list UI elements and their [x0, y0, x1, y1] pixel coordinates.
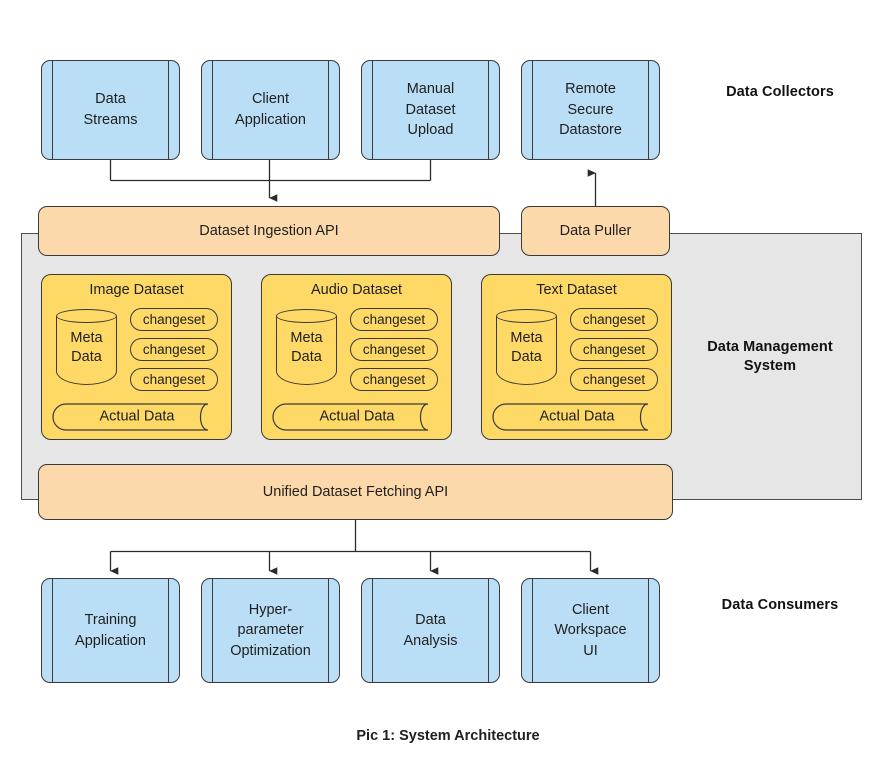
actual-data-shape[interactable]: Actual Data [52, 403, 222, 431]
node-client-application[interactable]: Client Application [201, 60, 340, 160]
node-image-dataset[interactable]: Image Dataset Meta Data changeset change… [41, 274, 232, 440]
metadata-cylinder-icon: Meta Data [496, 309, 557, 385]
metadata-label: Meta Data [70, 329, 103, 365]
changeset-pill[interactable]: changeset [350, 338, 438, 361]
changeset-pill[interactable]: changeset [570, 368, 658, 391]
dataset-title: Audio Dataset [310, 282, 403, 298]
actual-data-shape[interactable]: Actual Data [272, 403, 442, 431]
system-architecture-diagram: Data Streams Client Application Manual D… [0, 0, 896, 769]
node-client-workspace-ui[interactable]: Client Workspace UI [521, 578, 660, 683]
node-data-puller[interactable]: Data Puller [521, 206, 670, 256]
metadata-label: Meta Data [510, 329, 543, 365]
dataset-title: Image Dataset [89, 282, 184, 298]
node-label: Data Analysis [403, 611, 458, 649]
actual-data-label: Actual Data [539, 408, 615, 425]
cylinder-top [496, 309, 557, 323]
node-label: Hyper- parameter Optimization [230, 601, 311, 659]
metadata-cylinder-icon: Meta Data [56, 309, 117, 385]
node-label: Client Workspace UI [554, 601, 627, 659]
node-label: Data Puller [559, 222, 632, 239]
node-label: Dataset Ingestion API [199, 222, 339, 239]
node-label: Remote Secure Datastore [559, 81, 622, 139]
changeset-pill[interactable]: changeset [570, 308, 658, 331]
actual-data-label: Actual Data [99, 408, 175, 425]
metadata-label: Meta Data [290, 329, 323, 365]
figure-caption: Pic 1: System Architecture [356, 728, 540, 744]
group-label-data-consumers: Data Consumers [721, 597, 839, 613]
changeset-pill[interactable]: changeset [350, 308, 438, 331]
node-training-application[interactable]: Training Application [41, 578, 180, 683]
changeset-pill[interactable]: changeset [130, 308, 218, 331]
cylinder-top [276, 309, 337, 323]
cylinder-top [56, 309, 117, 323]
changeset-pill[interactable]: changeset [130, 368, 218, 391]
changeset-pill[interactable]: changeset [570, 338, 658, 361]
node-label: Manual Dataset Upload [405, 81, 456, 139]
actual-data-label: Actual Data [319, 408, 395, 425]
metadata-cylinder-icon: Meta Data [276, 309, 337, 385]
node-audio-dataset[interactable]: Audio Dataset Meta Data changeset change… [261, 274, 452, 440]
node-data-streams[interactable]: Data Streams [41, 60, 180, 160]
node-hyperparameter-optimization[interactable]: Hyper- parameter Optimization [201, 578, 340, 683]
node-data-analysis[interactable]: Data Analysis [361, 578, 500, 683]
node-remote-secure-datastore[interactable]: Remote Secure Datastore [521, 60, 660, 160]
group-label-data-management-system: Data Management System [707, 339, 833, 374]
node-unified-dataset-fetching-api[interactable]: Unified Dataset Fetching API [38, 464, 673, 520]
node-dataset-ingestion-api[interactable]: Dataset Ingestion API [38, 206, 500, 256]
node-label: Unified Dataset Fetching API [262, 483, 449, 500]
node-label: Training Application [75, 611, 146, 649]
node-label: Client Application [235, 91, 306, 128]
node-manual-dataset-upload[interactable]: Manual Dataset Upload [361, 60, 500, 160]
actual-data-shape[interactable]: Actual Data [492, 403, 662, 431]
dataset-title: Text Dataset [536, 282, 617, 298]
group-label-data-collectors: Data Collectors [726, 84, 834, 100]
changeset-pill[interactable]: changeset [350, 368, 438, 391]
node-label: Data Streams [83, 91, 138, 128]
node-text-dataset[interactable]: Text Dataset Meta Data changeset changes… [481, 274, 672, 440]
changeset-pill[interactable]: changeset [130, 338, 218, 361]
